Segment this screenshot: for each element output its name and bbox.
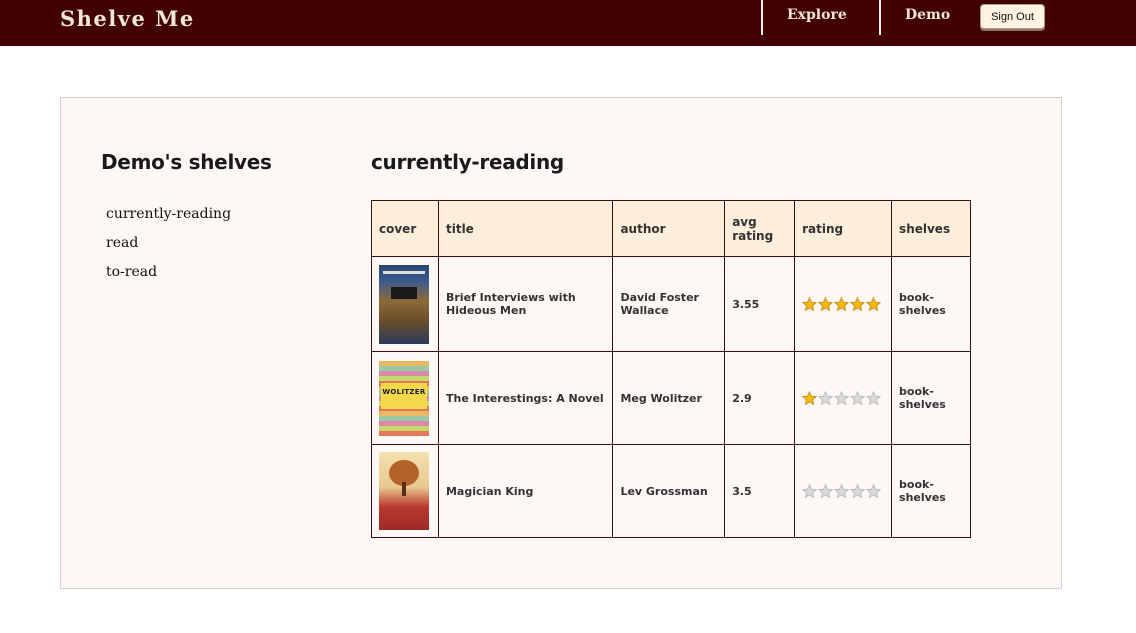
column-header-rating[interactable]: rating xyxy=(794,200,893,257)
star-filled-icon[interactable] xyxy=(866,296,882,312)
star-filled-icon[interactable] xyxy=(850,296,866,312)
nav-divider xyxy=(879,0,881,35)
sign-out-button[interactable]: Sign Out xyxy=(980,4,1045,29)
book-title[interactable]: Brief Interviews with Hideous Men xyxy=(437,256,614,352)
table-header-row: cover title author avg rating rating she… xyxy=(371,200,971,257)
column-header-shelves: shelves xyxy=(891,200,971,257)
nav-user-link[interactable]: Demo xyxy=(905,7,950,23)
book-shelves: book-shelves xyxy=(891,256,971,352)
star-empty-icon[interactable] xyxy=(818,483,834,499)
column-header-author[interactable]: author xyxy=(612,200,726,257)
books-table: cover title author avg rating rating she… xyxy=(371,200,971,538)
rating-cell xyxy=(794,351,893,445)
star-filled-icon[interactable] xyxy=(818,296,834,312)
book-shelves: book-shelves xyxy=(891,444,971,538)
rating-cell xyxy=(794,444,893,538)
star-empty-icon[interactable] xyxy=(818,390,834,406)
star-rating[interactable] xyxy=(802,390,884,406)
brand-logo[interactable]: Shelve Me xyxy=(60,6,195,31)
book-avg-rating: 3.5 xyxy=(724,444,796,538)
star-filled-icon[interactable] xyxy=(802,296,818,312)
nav-divider xyxy=(761,0,763,35)
shelf-item-read[interactable]: read xyxy=(106,231,231,260)
book-cover-icon[interactable] xyxy=(379,452,429,530)
star-rating[interactable] xyxy=(802,483,884,499)
nav-explore-link[interactable]: Explore xyxy=(787,7,847,23)
column-header-title[interactable]: title xyxy=(437,200,614,257)
star-rating[interactable] xyxy=(802,296,884,312)
table-row: Brief Interviews with Hideous Men David … xyxy=(371,256,971,352)
cover-cell xyxy=(371,256,439,352)
cover-title-text: WOLITZER xyxy=(382,387,426,396)
star-empty-icon[interactable] xyxy=(866,483,882,499)
star-empty-icon[interactable] xyxy=(834,483,850,499)
top-nav-bar: Shelve Me Explore Demo Sign Out xyxy=(0,0,1136,46)
star-filled-icon[interactable] xyxy=(834,296,850,312)
book-title[interactable]: The Interestings: A Novel xyxy=(437,351,614,445)
shelf-item-to-read[interactable]: to-read xyxy=(106,260,231,289)
book-author: David Foster Wallace xyxy=(612,256,726,352)
shelves-panel: Demo's shelves currently-reading read to… xyxy=(60,97,1062,589)
star-filled-icon[interactable] xyxy=(802,390,818,406)
book-author: Lev Grossman xyxy=(612,444,726,538)
star-empty-icon[interactable] xyxy=(866,390,882,406)
book-avg-rating: 3.55 xyxy=(724,256,796,352)
cover-cell xyxy=(371,444,439,538)
rating-cell xyxy=(794,256,893,352)
sidebar-title: Demo's shelves xyxy=(101,150,272,174)
star-empty-icon[interactable] xyxy=(802,483,818,499)
book-title[interactable]: Magician King xyxy=(437,444,614,538)
book-cover-icon[interactable] xyxy=(379,264,429,344)
star-empty-icon[interactable] xyxy=(834,390,850,406)
star-empty-icon[interactable] xyxy=(850,483,866,499)
shelf-item-currently-reading[interactable]: currently-reading xyxy=(106,202,231,231)
book-author: Meg Wolitzer xyxy=(612,351,726,445)
shelf-list: currently-reading read to-read xyxy=(106,202,231,289)
book-cover-icon[interactable]: WOLITZER xyxy=(379,360,429,436)
column-header-cover: cover xyxy=(371,200,439,257)
table-row: Magician King Lev Grossman 3.5 book-shel… xyxy=(371,444,971,538)
star-empty-icon[interactable] xyxy=(850,390,866,406)
cover-cell: WOLITZER xyxy=(371,351,439,445)
shelf-title: currently-reading xyxy=(371,150,564,174)
column-header-avg-rating[interactable]: avg rating xyxy=(724,200,796,257)
book-avg-rating: 2.9 xyxy=(724,351,796,445)
book-shelves: book-shelves xyxy=(891,351,971,445)
table-row: WOLITZER The Interestings: A Novel Meg W… xyxy=(371,351,971,445)
